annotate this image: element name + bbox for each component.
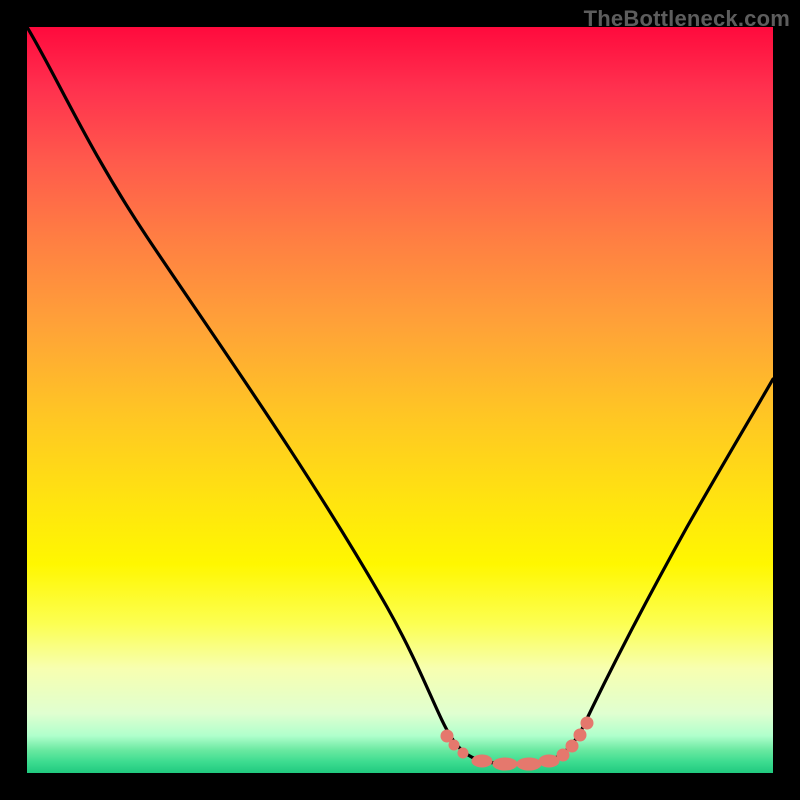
plot-frame [27,27,773,773]
watermark-text: TheBottleneck.com [584,6,790,32]
bottom-markers-group [441,717,593,770]
chart-container: TheBottleneck.com [0,0,800,800]
curve-line [27,27,773,764]
plot-svg [27,27,773,773]
